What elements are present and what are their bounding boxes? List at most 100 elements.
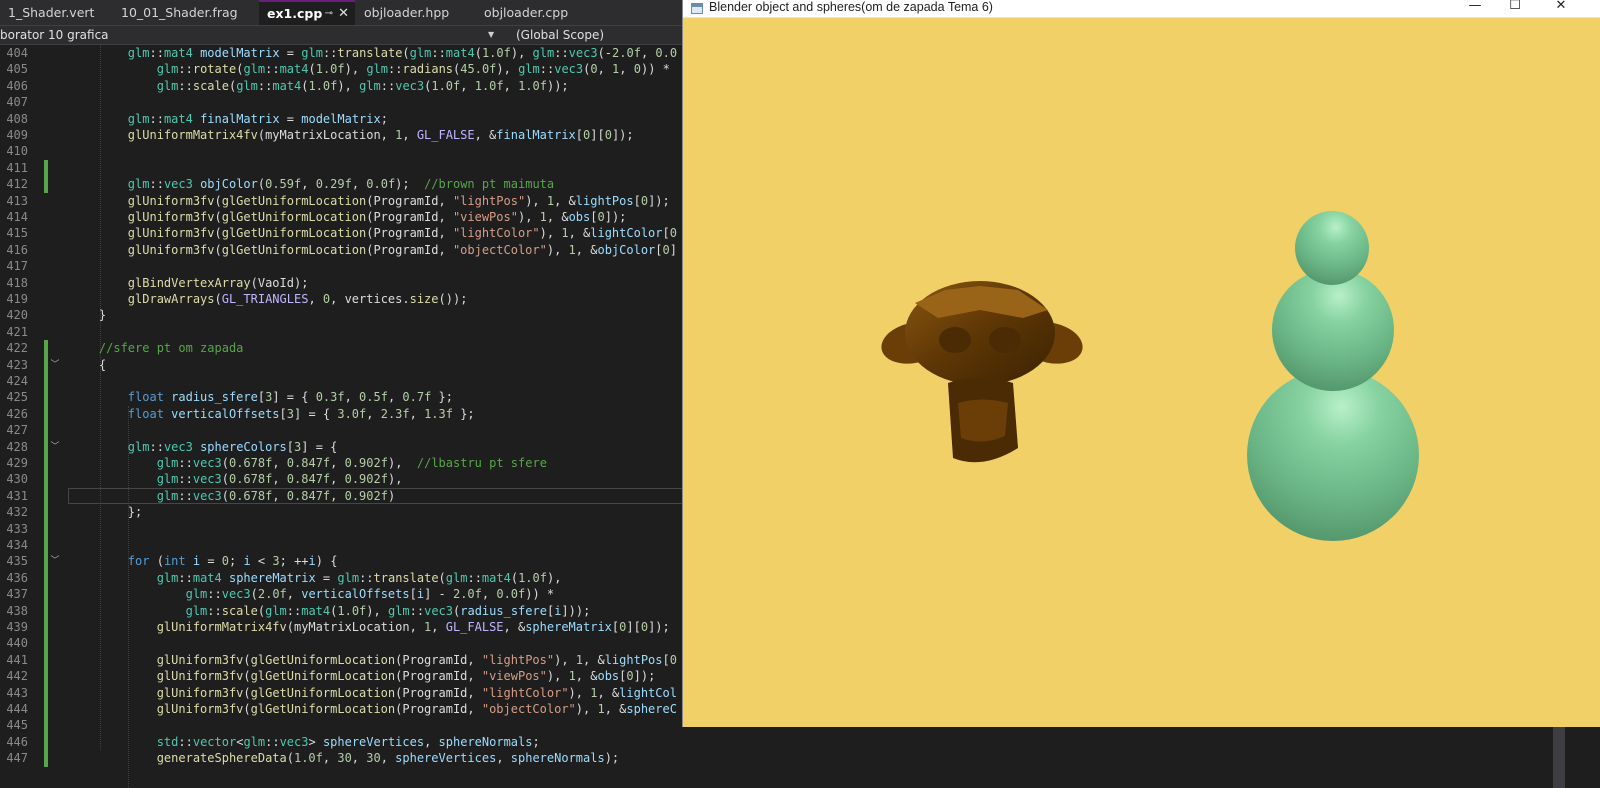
change-marker — [44, 733, 48, 751]
code-view[interactable]: 404 glm::mat4 modelMatrix = glm::transla… — [0, 45, 700, 788]
code-line[interactable]: 417 — [0, 258, 700, 274]
line-number: 414 — [6, 210, 28, 224]
code-line[interactable]: 428 ﹀ glm::vec3 sphereColors[3] = { — [0, 438, 700, 455]
window-title-bar[interactable]: Blender object and spheres(om de zapada … — [683, 0, 1600, 18]
code-line[interactable]: 433 — [0, 520, 700, 537]
snowman-bottom-sphere — [1247, 369, 1419, 541]
tab-objloader-hpp[interactable]: objloader.hpp — [356, 0, 475, 25]
code-line[interactable]: 416 glUniform3fv(glGetUniformLocation(Pr… — [0, 242, 700, 258]
change-marker — [44, 717, 48, 734]
window-title: Blender object and spheres(om de zapada … — [709, 0, 993, 14]
code-line[interactable]: 431 glm::vec3(0.678f, 0.847f, 0.902f) — [0, 487, 700, 505]
code-line[interactable]: 434 — [0, 537, 700, 554]
code-line[interactable]: 441 glUniform3fv(glGetUniformLocation(Pr… — [0, 651, 700, 669]
line-number: 421 — [6, 324, 28, 339]
close-button[interactable]: ✕ — [1541, 0, 1581, 15]
line-number: 435 — [6, 554, 28, 569]
source-text: generateSphereData(1.0f, 30, 30, sphereV… — [156, 751, 620, 766]
line-number: 428 — [6, 439, 28, 454]
code-line[interactable]: 430 glm::vec3(0.678f, 0.847f, 0.902f), — [0, 471, 700, 488]
chevron-down-icon[interactable]: ▼ — [488, 26, 494, 44]
code-line[interactable]: 415 glUniform3fv(glGetUniformLocation(Pr… — [0, 225, 700, 241]
pin-icon[interactable]: ⊸ — [325, 2, 333, 25]
line-number: 404 — [6, 46, 28, 60]
tab-shader-vert[interactable]: 1_Shader.vert — [0, 0, 112, 25]
line-number: 431 — [6, 488, 28, 503]
vertical-scrollbar[interactable] — [1553, 727, 1565, 788]
change-marker — [44, 553, 48, 570]
code-line[interactable]: 445 — [0, 717, 700, 734]
code-line[interactable]: 432 }; — [0, 504, 700, 521]
line-number: 430 — [6, 472, 28, 487]
code-line[interactable]: 418 glBindVertexArray(VaoId); — [0, 275, 700, 291]
change-marker — [44, 750, 48, 767]
code-line[interactable]: 419 glDrawArrays(GL_TRIANGLES, 0, vertic… — [0, 291, 700, 307]
source-text: glUniform3fv(glGetUniformLocation(Progra… — [156, 702, 677, 716]
code-line[interactable]: 421 — [0, 324, 700, 340]
code-line[interactable]: 446 std::vector<glm::vec3> sphereVertice… — [0, 733, 700, 751]
code-line[interactable]: 437 glm::vec3(2.0f, verticalOffsets[i] -… — [0, 586, 700, 603]
line-number: 416 — [6, 242, 28, 257]
code-line[interactable]: 447 generateSphereData(1.0f, 30, 30, sph… — [0, 750, 700, 767]
code-line[interactable]: 439 glUniformMatrix4fv(myMatrixLocation,… — [0, 619, 700, 636]
monkey-model — [881, 281, 1083, 463]
code-line[interactable]: 413 glUniform3fv(glGetUniformLocation(Pr… — [0, 193, 700, 209]
monkey-mouth — [958, 399, 1008, 442]
code-line[interactable]: 410 — [0, 143, 700, 159]
render-window[interactable]: Blender object and spheres(om de zapada … — [682, 0, 1600, 727]
tab-objloader-cpp[interactable]: objloader.cpp — [476, 0, 596, 25]
code-line[interactable]: 411 — [0, 159, 700, 177]
code-line[interactable]: 440 — [0, 635, 700, 652]
code-line[interactable]: 438 glm::scale(glm::mat4(1.0f), glm::vec… — [0, 602, 700, 619]
collapse-chevron-icon[interactable]: ﹀ — [49, 553, 61, 569]
code-line[interactable]: 408 glm::mat4 finalMatrix = modelMatrix; — [0, 111, 700, 127]
line-number: 417 — [6, 259, 28, 274]
snowman — [1247, 211, 1419, 541]
code-line[interactable]: 443 glUniform3fv(glGetUniformLocation(Pr… — [0, 684, 700, 701]
line-number: 439 — [6, 620, 28, 634]
code-line[interactable]: 414 glUniform3fv(glGetUniformLocation(Pr… — [0, 209, 700, 225]
change-marker — [44, 651, 48, 669]
minimize-button[interactable]: — — [1455, 0, 1495, 15]
line-number: 447 — [6, 751, 28, 766]
project-dropdown[interactable]: borator 10 grafica — [0, 26, 490, 44]
collapse-chevron-icon[interactable]: ﹀ — [49, 439, 61, 455]
change-marker — [44, 389, 48, 406]
code-line[interactable]: 444 glUniform3fv(glGetUniformLocation(Pr… — [0, 701, 700, 718]
line-number: 434 — [6, 538, 28, 552]
editor-background — [682, 727, 1600, 788]
scope-dropdown[interactable]: (Global Scope) — [516, 26, 696, 44]
code-line[interactable]: 427 — [0, 422, 700, 439]
code-line[interactable]: 409 glUniformMatrix4fv(myMatrixLocation,… — [0, 127, 700, 143]
code-line[interactable]: 405 glm::rotate(glm::mat4(1.0f), glm::ra… — [0, 61, 700, 77]
code-line[interactable]: 429 glm::vec3(0.678f, 0.847f, 0.902f), /… — [0, 455, 700, 472]
code-line[interactable]: 442 glUniform3fv(glGetUniformLocation(Pr… — [0, 668, 700, 685]
line-number: 408 — [6, 111, 28, 126]
code-line[interactable]: 420 } — [0, 307, 700, 323]
monkey-eye-right — [989, 327, 1021, 353]
line-number: 407 — [6, 95, 28, 110]
source-text: float radius_sfere[3] = { 0.3f, 0.5f, 0.… — [127, 390, 453, 405]
code-line[interactable]: 406 glm::scale(glm::mat4(1.0f), glm::vec… — [0, 78, 700, 94]
change-marker — [44, 586, 48, 603]
code-line[interactable]: 424 — [0, 373, 700, 390]
code-line[interactable]: 407 — [0, 94, 700, 110]
code-line[interactable]: 436 glm::mat4 sphereMatrix = glm::transl… — [0, 569, 700, 587]
close-icon[interactable]: ✕ — [338, 2, 349, 25]
source-text: glm::mat4 finalMatrix = modelMatrix; — [127, 111, 388, 126]
code-line[interactable]: 435 ﹀ for (int i = 0; i < 3; ++i) { — [0, 553, 700, 570]
code-line[interactable]: 423 ﹀ { — [0, 356, 700, 373]
line-number: 438 — [6, 603, 28, 618]
tab-shader-frag[interactable]: 10_01_Shader.frag — [113, 0, 258, 25]
code-line[interactable]: 404 glm::mat4 modelMatrix = glm::transla… — [0, 45, 700, 61]
collapse-chevron-icon[interactable]: ﹀ — [49, 357, 61, 373]
change-marker — [44, 471, 48, 488]
change-marker — [44, 537, 48, 554]
code-line[interactable]: 426 float verticalOffsets[3] = { 3.0f, 2… — [0, 405, 700, 423]
code-line[interactable]: 422 //sfere pt om zapada — [0, 340, 700, 357]
line-number: 446 — [6, 734, 28, 749]
code-line[interactable]: 425 float radius_sfere[3] = { 0.3f, 0.5f… — [0, 389, 700, 406]
code-line[interactable]: 412 glm::vec3 objColor(0.59f, 0.29f, 0.0… — [0, 176, 700, 193]
tab-ex1-cpp[interactable]: ex1.cpp ⊸ ✕ — [259, 0, 355, 25]
maximize-button[interactable]: ☐ — [1495, 0, 1535, 15]
